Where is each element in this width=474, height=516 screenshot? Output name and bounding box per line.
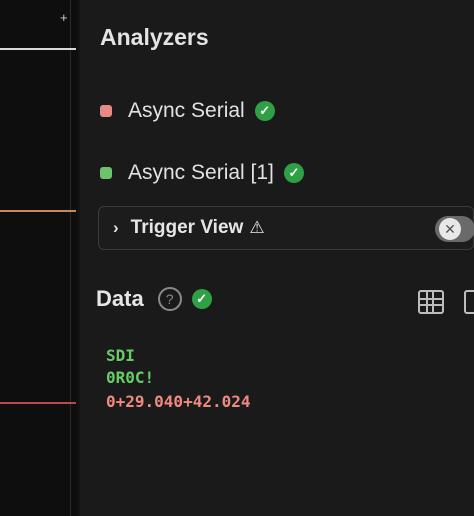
- analyzer-label: Async Serial: [128, 99, 245, 122]
- terminal-icon[interactable]: [464, 290, 474, 314]
- data-title: Data: [96, 286, 144, 311]
- channel-signal-line: [0, 210, 76, 212]
- channel-color-swatch: [100, 105, 112, 117]
- analyzer-label: Async Serial [1]: [128, 161, 274, 184]
- check-circle-icon: ✓: [191, 289, 212, 309]
- channel-signal-line: [0, 48, 76, 50]
- waveform-area[interactable]: +: [0, 0, 78, 516]
- trigger-view-label: Trigger View: [130, 217, 244, 238]
- check-circle-icon: ✓: [254, 101, 275, 121]
- timeline-divider: [70, 0, 71, 516]
- close-icon[interactable]: ✕: [439, 218, 461, 240]
- data-line: SDI: [106, 346, 135, 365]
- grid-icon[interactable]: [418, 290, 444, 314]
- channel-color-swatch: [100, 167, 112, 179]
- warning-icon: ⚠: [249, 218, 265, 237]
- data-line: 0+29.040+42.024: [106, 392, 251, 411]
- analyzers-panel: Analyzers Async Serial ✓ Async Serial [1…: [80, 0, 474, 516]
- data-line: 0R0C!: [106, 368, 155, 387]
- trigger-view-row[interactable]: › Trigger View ⚠ ✕: [98, 206, 474, 250]
- data-header: Data ? ✓: [96, 284, 212, 314]
- panel-title: Analyzers: [100, 24, 209, 50]
- check-circle-icon: ✓: [283, 163, 304, 183]
- trigger-toggle[interactable]: ✕: [435, 216, 474, 242]
- channel-signal-line: [0, 402, 76, 404]
- analyzer-item[interactable]: Async Serial [1] ✓: [100, 158, 304, 188]
- chevron-right-icon[interactable]: ›: [113, 218, 119, 238]
- analyzer-item[interactable]: Async Serial ✓: [100, 96, 275, 126]
- help-icon[interactable]: ?: [157, 287, 182, 311]
- timing-marker[interactable]: +: [60, 10, 68, 25]
